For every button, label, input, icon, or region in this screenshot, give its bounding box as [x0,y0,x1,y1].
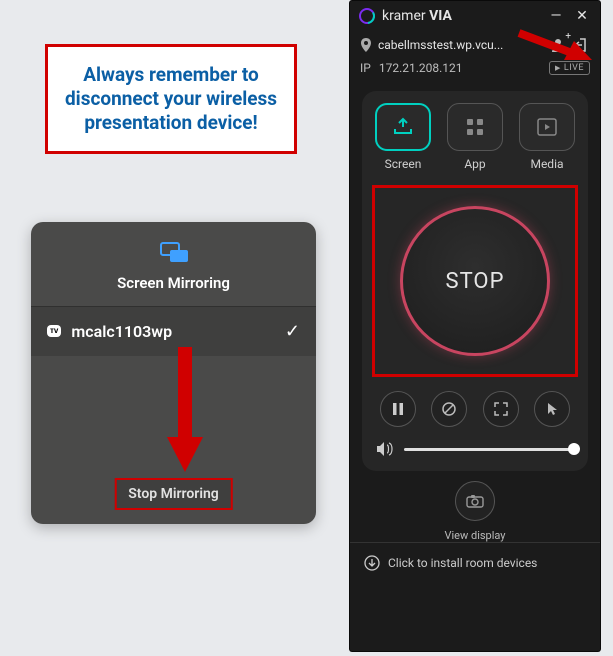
cursor-icon [546,402,558,416]
close-button[interactable]: ✕ [572,7,592,25]
connection-host: cabellmsstest.wp.vcu... [378,38,503,52]
media-play-icon [536,117,558,137]
tab-media[interactable]: Media [516,103,578,171]
download-icon [364,555,380,571]
screen-mirroring-icon [160,242,188,262]
kramer-logo-icon [358,7,376,25]
fullscreen-icon [494,402,508,416]
tab-app[interactable]: App [444,103,506,171]
volume-thumb[interactable] [568,443,580,455]
do-not-disturb-icon [441,401,457,417]
view-display-button[interactable] [455,481,495,521]
do-not-disturb-button[interactable] [431,391,467,427]
callout-text: Always remember to disconnect your wirel… [62,63,280,134]
volume-icon [376,441,394,457]
mirror-device-row[interactable]: ᴛᴠ mcalc1103wp ✓ [31,307,316,356]
minimize-button[interactable]: — [546,7,566,25]
live-badge-text: LIVE [564,63,584,73]
view-display-label: View display [444,529,505,542]
mirror-header: Screen Mirroring [31,222,316,306]
disconnect-callout: Always remember to disconnect your wirel… [45,44,297,154]
via-controls [372,391,578,427]
brand-prefix: kramer [382,8,429,24]
install-label: Click to install room devices [388,556,537,570]
volume-row [372,441,578,457]
camera-icon [466,494,484,508]
via-brand-label: kramer VIA [382,8,452,24]
pause-button[interactable] [380,391,416,427]
exit-button[interactable] [574,37,590,53]
apps-grid-icon [465,117,485,137]
annotation-arrow-down-icon [165,342,205,472]
via-ip-row: IP 172.21.208.121 LIVE [350,59,600,83]
share-screen-icon [392,116,414,138]
via-tabs: Screen App Media [372,103,578,171]
via-titlebar: kramer VIA — ✕ [350,1,600,31]
tab-media-label: Media [530,157,563,171]
fullscreen-button[interactable] [483,391,519,427]
apple-tv-icon: ᴛᴠ [47,325,61,337]
mirror-device-name: mcalc1103wp [71,322,275,341]
tab-screen[interactable]: Screen [372,103,434,171]
location-pin-icon [360,38,372,52]
selected-check-icon: ✓ [285,321,300,342]
volume-slider[interactable] [404,448,574,451]
cursor-button[interactable] [534,391,570,427]
pause-icon [392,402,404,416]
install-room-devices[interactable]: Click to install room devices [350,542,600,583]
plus-badge: + [565,31,571,42]
stop-sharing-button[interactable]: STOP [400,206,550,356]
via-connection-row: cabellmsstest.wp.vcu... + [350,31,600,59]
ip-label: IP [360,61,371,75]
add-participant-button[interactable]: + [550,37,566,53]
via-main-panel: Screen App Media STOP [362,91,588,471]
tab-app-label: App [464,157,485,171]
stop-highlight-box: STOP [372,185,578,377]
view-display-section: View display [350,481,600,542]
stop-mirroring-button[interactable]: Stop Mirroring [114,478,233,510]
mirror-title: Screen Mirroring [31,274,316,292]
live-badge[interactable]: LIVE [549,61,590,75]
ip-value: 172.21.208.121 [379,61,463,75]
kramer-via-window: kramer VIA — ✕ cabellmsstest.wp.vcu... +… [350,1,600,651]
brand-bold: VIA [429,8,452,24]
tab-screen-label: Screen [385,157,422,171]
screen-mirroring-panel: Screen Mirroring ᴛᴠ mcalc1103wp ✓ Stop M… [31,222,316,524]
